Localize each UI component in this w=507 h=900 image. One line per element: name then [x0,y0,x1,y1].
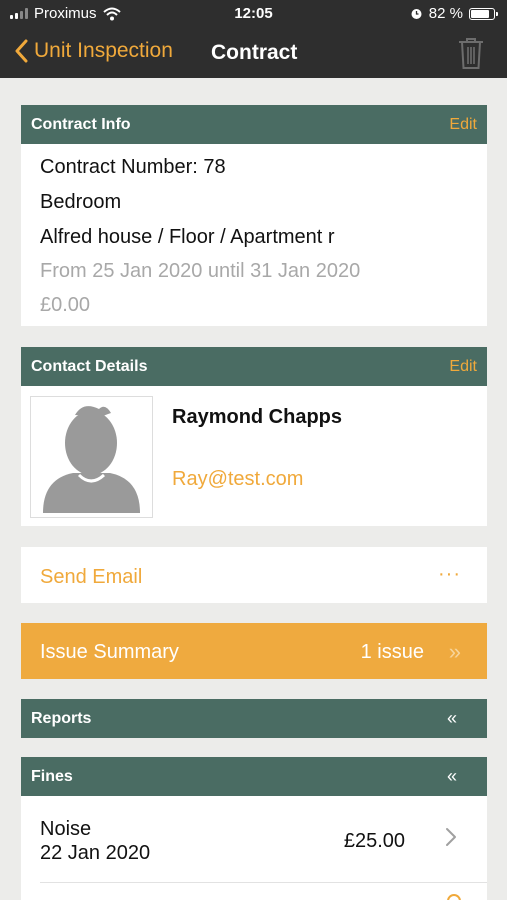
contract-info-edit-button[interactable]: Edit [449,116,477,134]
chevron-left-icon [15,39,28,63]
fines-header[interactable]: Fines « [21,757,487,796]
alarm-icon [411,9,422,19]
page-title: Contract [211,41,298,64]
contract-location: Alfred house / Floor / Apartment r [40,226,335,248]
contract-info-title: Contract Info [31,116,131,133]
row-divider [40,882,487,883]
battery-icon [469,7,498,20]
chevron-right-icon [446,828,456,846]
double-chevron-left-icon[interactable]: « [447,766,457,787]
battery-level [471,9,490,18]
reports-header[interactable]: Reports « [21,699,487,738]
nav-bar: Unit Inspection Contract [0,28,507,78]
fine-date: 22 Jan 2020 [40,842,151,864]
contract-room: Bedroom [40,191,122,213]
battery-percent: 82 % [428,5,463,22]
reports-title: Reports [31,710,92,727]
contract-info-card: Contract Number: 78 Bedroom Alfred house… [21,144,487,326]
double-chevron-right-icon: » [448,639,461,664]
contact-details-edit-button[interactable]: Edit [449,358,477,376]
send-email-row[interactable]: Send Email ··· [21,547,487,603]
fine-type: Noise [40,818,92,840]
back-button[interactable]: Unit Inspection [14,39,173,63]
send-email-button[interactable]: Send Email [40,566,142,589]
contact-details-header: Contact Details Edit [21,347,487,386]
contact-email-link[interactable]: Ray@test.com [172,468,303,491]
status-bar: Proximus 12:05 82 % [0,0,507,28]
double-chevron-left-icon[interactable]: « [447,708,457,729]
avatar [30,396,153,518]
contract-number: Contract Number: 78 [40,156,226,178]
contract-amount: £0.00 [40,294,91,316]
contact-details-card: Raymond Chapps Ray@test.com [21,386,487,526]
person-placeholder-icon [43,406,140,513]
more-options-icon[interactable]: ··· [438,563,461,586]
issue-count: 1 issue [360,641,424,663]
fine-amount: £25.00 [343,830,405,852]
issue-summary-bar[interactable]: Issue Summary 1 issue » [21,623,487,679]
contract-period: From 25 Jan 2020 until 31 Jan 2020 [40,260,361,282]
contract-info-header: Contract Info Edit [21,105,487,144]
fines-title: Fines [31,768,73,785]
status-right: 82 % [410,5,498,22]
contact-details-title: Contact Details [31,358,148,375]
status-indicator-icon [447,894,461,900]
fines-list: Noise 22 Jan 2020 £25.00 [21,796,487,900]
contact-name: Raymond Chapps [172,406,343,428]
issue-summary-label: Issue Summary [40,641,179,663]
trash-icon[interactable] [457,36,485,70]
back-button-label: Unit Inspection [34,39,173,62]
